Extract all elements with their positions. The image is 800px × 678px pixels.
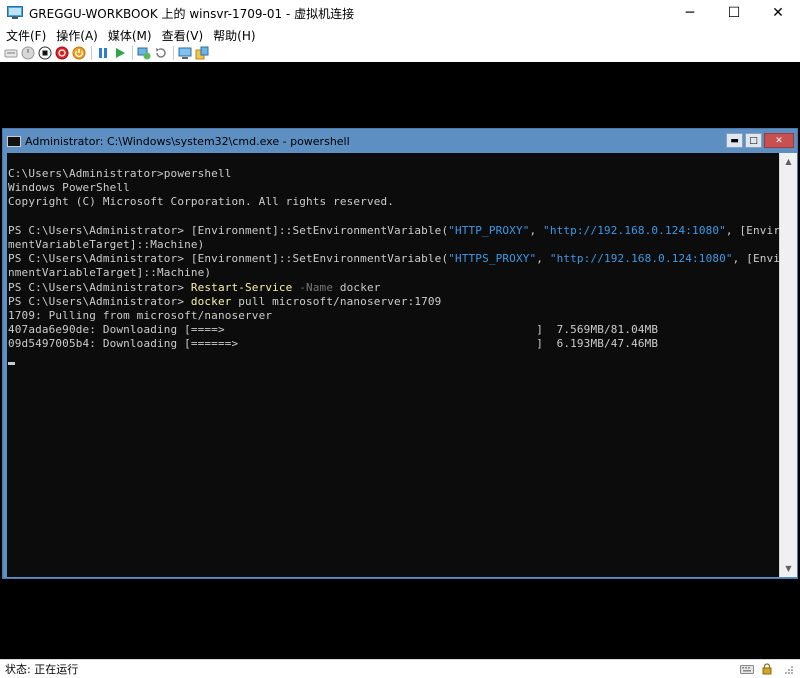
terminal-text: , [Enviro: [732, 252, 779, 266]
terminal-text: Windows PowerShell: [8, 181, 130, 195]
terminal-text: -Name: [299, 280, 334, 294]
toolbar-separator: [132, 46, 133, 60]
terminal-prompt-line: [7, 351, 779, 365]
terminal-text: , [Environ: [725, 223, 779, 237]
console-minimize-button[interactable]: ▬: [726, 133, 743, 148]
console-maximize-button[interactable]: □: [745, 133, 762, 148]
terminal-text: ,: [529, 223, 544, 237]
terminal-text: ,: [536, 252, 550, 266]
cmd-icon: [7, 135, 21, 147]
console-title: Administrator: C:\Windows\system32\cmd.e…: [25, 134, 350, 148]
terminal-text: 1709: Pulling from microsoft/nanoserver: [8, 308, 273, 322]
terminal-line: 1709: Pulling from microsoft/nanoserver: [7, 309, 779, 323]
revert-icon[interactable]: [154, 46, 168, 60]
menu-file[interactable]: 文件(F): [0, 27, 50, 44]
terminal-text: Restart-Service: [190, 280, 293, 294]
terminal-text: "http://192.168.0.124:1080": [549, 252, 733, 266]
terminal-line: PS C:\Users\Administrator> docker pull m…: [7, 295, 779, 309]
terminal-text: 407ada6e90de: Downloading [====> ] 7.569…: [8, 323, 659, 337]
terminal-line: C:\Users\Administrator>powershell: [7, 167, 779, 181]
terminal-text: "HTTPS_PROXY": [448, 252, 537, 266]
scroll-down-arrow-icon[interactable]: ▼: [780, 560, 797, 577]
menu-action[interactable]: 操作(A): [50, 27, 102, 44]
terminal-line: nmentVariableTarget]::Machine): [7, 266, 779, 280]
lock-icon: [762, 663, 772, 675]
start-icon[interactable]: [21, 46, 35, 60]
resume-icon[interactable]: [113, 46, 127, 60]
text-cursor: [8, 361, 15, 365]
power-icon[interactable]: [72, 46, 86, 60]
terminal-text: PS C:\Users\Administrator>: [8, 294, 191, 308]
resize-grip-icon[interactable]: [780, 663, 794, 675]
console-title-bar: Administrator: C:\Windows\system32\cmd.e…: [3, 129, 797, 153]
terminal-text: PS C:\Users\Administrator>: [8, 280, 191, 294]
turn-off-icon[interactable]: [38, 46, 52, 60]
checkpoint-icon[interactable]: [137, 46, 151, 60]
enhanced-session-icon[interactable]: [178, 46, 192, 60]
terminal-text: 09d5497005b4: Downloading [======> ] 6.1…: [8, 337, 659, 351]
maximize-button[interactable]: ☐: [712, 0, 756, 26]
vm-status-text: 状态: 正在运行: [5, 663, 79, 676]
toolbar-separator: [91, 46, 92, 60]
terminal-text: PS C:\Users\Administrator> [Environment]…: [8, 223, 449, 237]
menu-view[interactable]: 查看(V): [156, 27, 208, 44]
terminal-line: PS C:\Users\Administrator> [Environment]…: [7, 224, 779, 238]
menu-help[interactable]: 帮助(H): [207, 27, 259, 44]
terminal-text: nmentVariableTarget]::Machine): [8, 266, 212, 280]
terminal-text: pull microsoft/nanoserver:1709: [231, 294, 442, 308]
terminal-text: PS C:\Users\Administrator> [Environment]…: [8, 252, 449, 266]
terminal-text: docker: [333, 280, 381, 294]
terminal-text: "http://192.168.0.124:1080": [543, 223, 726, 237]
console-scrollbar[interactable]: ▲ ▼: [779, 153, 797, 577]
window-title: GREGGU-WORKBOOK 上的 winsvr-1709-01 - 虚拟机连…: [29, 6, 355, 21]
terminal-text: C:\Users\Administrator>powershell: [8, 167, 232, 180]
ctrl-alt-del-icon[interactable]: [4, 46, 18, 60]
toolbar: [0, 44, 800, 62]
terminal-text: docker: [190, 294, 232, 308]
vm-connection-icon: [7, 6, 23, 19]
share-icon[interactable]: [195, 46, 209, 60]
pause-icon[interactable]: [96, 46, 110, 60]
vm-screen[interactable]: Administrator: C:\Windows\system32\cmd.e…: [0, 62, 800, 659]
keyboard-icon: [740, 665, 754, 674]
terminal-text: "HTTP_PROXY": [448, 223, 530, 237]
close-button[interactable]: ✕: [756, 0, 800, 26]
terminal-text: mentVariableTarget]::Machine): [8, 237, 205, 251]
terminal-output[interactable]: C:\Users\Administrator>powershell Windows…: [7, 153, 779, 577]
menu-media[interactable]: 媒体(M): [102, 27, 156, 44]
shutdown-icon[interactable]: [55, 46, 69, 60]
terminal-line: PS C:\Users\Administrator> [Environment]…: [7, 252, 779, 266]
powershell-console-window: Administrator: C:\Windows\system32\cmd.e…: [2, 128, 798, 579]
menu-bar: 文件(F) 操作(A) 媒体(M) 查看(V) 帮助(H): [0, 26, 800, 44]
minimize-button[interactable]: ─: [668, 0, 712, 26]
terminal-line: Copyright (C) Microsoft Corporation. All…: [7, 195, 779, 209]
terminal-line: Windows PowerShell: [7, 181, 779, 195]
terminal-line: 407ada6e90de: Downloading [====> ] 7.569…: [7, 323, 779, 337]
terminal-line: PS C:\Users\Administrator> Restart-Servi…: [7, 281, 779, 295]
window-title-bar: GREGGU-WORKBOOK 上的 winsvr-1709-01 - 虚拟机连…: [0, 0, 800, 26]
terminal-text: Copyright (C) Microsoft Corporation. All…: [8, 195, 395, 209]
terminal-line: 09d5497005b4: Downloading [======> ] 6.1…: [7, 337, 779, 351]
scroll-up-arrow-icon[interactable]: ▲: [780, 153, 797, 170]
terminal-line: mentVariableTarget]::Machine): [7, 238, 779, 252]
console-close-button[interactable]: ✕: [764, 133, 794, 148]
toolbar-separator: [173, 46, 174, 60]
status-bar: 状态: 正在运行: [0, 659, 800, 678]
